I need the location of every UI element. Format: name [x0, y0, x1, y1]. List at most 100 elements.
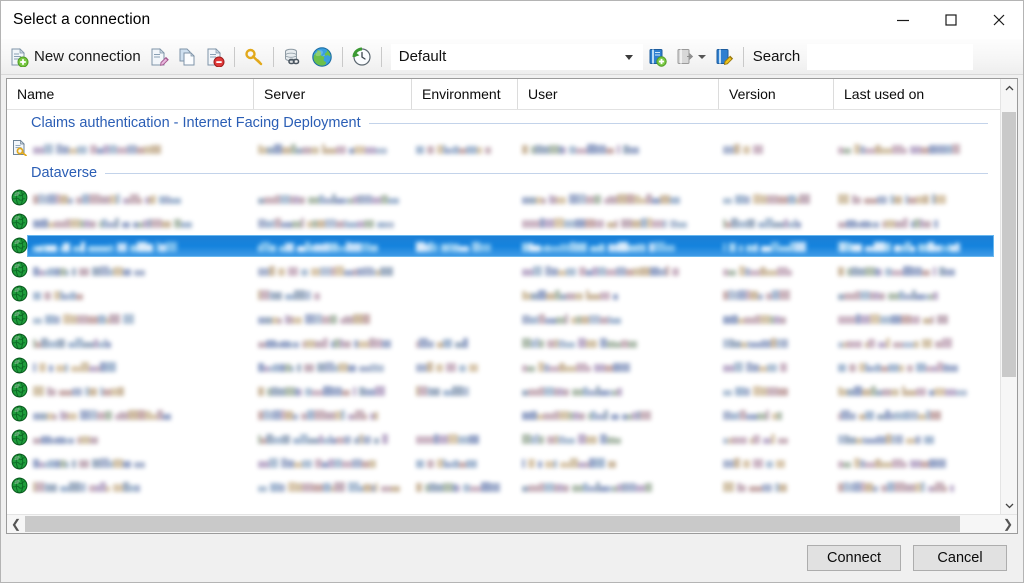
delete-connection-button[interactable] [201, 42, 229, 72]
connections-list: Name Server Environment User Version Last use… [6, 78, 1018, 534]
table-row[interactable] [7, 450, 1000, 474]
delete-connection-icon [207, 47, 225, 67]
table-cell [834, 474, 1000, 498]
profile-combobox[interactable]: Default [390, 43, 643, 70]
green-globe-icon [11, 189, 30, 208]
copy-connection-icon [179, 48, 195, 65]
table-row[interactable] [7, 306, 1000, 330]
close-button[interactable] [975, 1, 1023, 39]
table-cell [254, 258, 412, 282]
redacted-text [33, 337, 111, 348]
group-header[interactable]: Claims authentication - Internet Facing … [7, 110, 1000, 136]
horizontal-scrollbar[interactable]: ❮ ❯ [7, 514, 1017, 533]
redacted-text [723, 313, 787, 324]
edit-connection-button[interactable] [145, 42, 173, 72]
redacted-text [723, 409, 782, 420]
maximize-button[interactable] [927, 1, 975, 39]
table-cell [412, 136, 518, 160]
column-header[interactable]: Name [7, 79, 254, 109]
scroll-up-button[interactable] [1001, 79, 1017, 96]
redacted-text [522, 143, 639, 154]
column-header[interactable]: Last used on [834, 79, 1000, 109]
new-connection-button[interactable]: New connection [5, 42, 145, 72]
edit-profile-icon [716, 48, 733, 65]
minimize-button[interactable] [879, 1, 927, 39]
table-cell [518, 354, 719, 378]
horizontal-scroll-track[interactable] [25, 515, 999, 533]
export-profile-button[interactable] [671, 42, 710, 72]
edit-connection-icon [151, 47, 169, 66]
table-cell [518, 330, 719, 354]
table-row[interactable] [7, 136, 1000, 160]
table-row[interactable] [7, 354, 1000, 378]
table-cell [834, 402, 1000, 426]
cancel-button[interactable]: Cancel [913, 545, 1007, 571]
table-cell [834, 136, 1000, 160]
search-label: Search [752, 48, 801, 65]
vertical-scroll-track[interactable] [1001, 96, 1017, 497]
server-link-button[interactable] [279, 42, 307, 72]
connect-button[interactable]: Connect [807, 545, 901, 571]
redacted-text [33, 241, 179, 252]
globe-button[interactable] [307, 42, 337, 72]
redacted-text [522, 385, 622, 396]
column-header[interactable]: Version [719, 79, 834, 109]
clock-refresh-icon [352, 47, 371, 66]
table-row[interactable] [7, 330, 1000, 354]
table-row[interactable] [7, 402, 1000, 426]
redacted-text [33, 457, 145, 468]
table-row[interactable] [7, 282, 1000, 306]
table-cell [518, 426, 719, 450]
scroll-down-button[interactable] [1001, 497, 1017, 514]
group-header[interactable]: Dataverse [7, 160, 1000, 186]
redacted-text [522, 193, 680, 204]
scroll-left-button[interactable]: ❮ [7, 515, 25, 533]
export-profile-icon [677, 48, 693, 64]
table-cell [7, 402, 254, 426]
table-row[interactable] [7, 210, 1000, 234]
redacted-text [838, 143, 962, 154]
new-profile-button[interactable] [643, 42, 671, 72]
vertical-scrollbar[interactable] [1000, 79, 1017, 514]
table-row[interactable] [7, 378, 1000, 402]
table-row[interactable] [7, 474, 1000, 498]
table-row[interactable] [7, 234, 1000, 258]
table-cell [254, 330, 412, 354]
redacted-text [723, 361, 787, 372]
redacted-text [838, 193, 946, 204]
credentials-button[interactable] [240, 42, 268, 72]
search-input[interactable] [807, 43, 974, 70]
redacted-text [723, 143, 763, 154]
group-header-rule [105, 172, 988, 174]
column-header[interactable]: Server [254, 79, 412, 109]
column-header-label: Server [264, 86, 306, 102]
column-header[interactable]: Environment [412, 79, 518, 109]
redacted-text [258, 265, 393, 276]
redacted-text [838, 217, 938, 228]
table-row[interactable] [7, 258, 1000, 282]
column-header[interactable]: User [518, 79, 719, 109]
green-globe-icon [11, 381, 30, 400]
table-row[interactable] [7, 186, 1000, 210]
copy-connection-button[interactable] [173, 42, 201, 72]
edit-profile-button[interactable] [710, 42, 738, 72]
redacted-text [416, 481, 500, 492]
server-link-icon [284, 48, 299, 64]
horizontal-scroll-thumb[interactable] [25, 516, 961, 532]
redacted-text [522, 361, 630, 372]
scroll-right-button[interactable]: ❯ [999, 515, 1017, 533]
table-cell [719, 426, 834, 450]
recent-connections-button[interactable] [348, 42, 376, 72]
redacted-text [416, 385, 469, 396]
redacted-text [838, 313, 948, 324]
redacted-text [522, 241, 675, 252]
vertical-scroll-thumb[interactable] [1002, 112, 1016, 377]
table-row[interactable] [7, 426, 1000, 450]
redacted-text [416, 241, 491, 252]
redacted-text [723, 217, 801, 228]
table-cell [254, 306, 412, 330]
table-cell [518, 378, 719, 402]
table-cell [518, 186, 719, 210]
table-cell [834, 330, 1000, 354]
table-cell [254, 450, 412, 474]
